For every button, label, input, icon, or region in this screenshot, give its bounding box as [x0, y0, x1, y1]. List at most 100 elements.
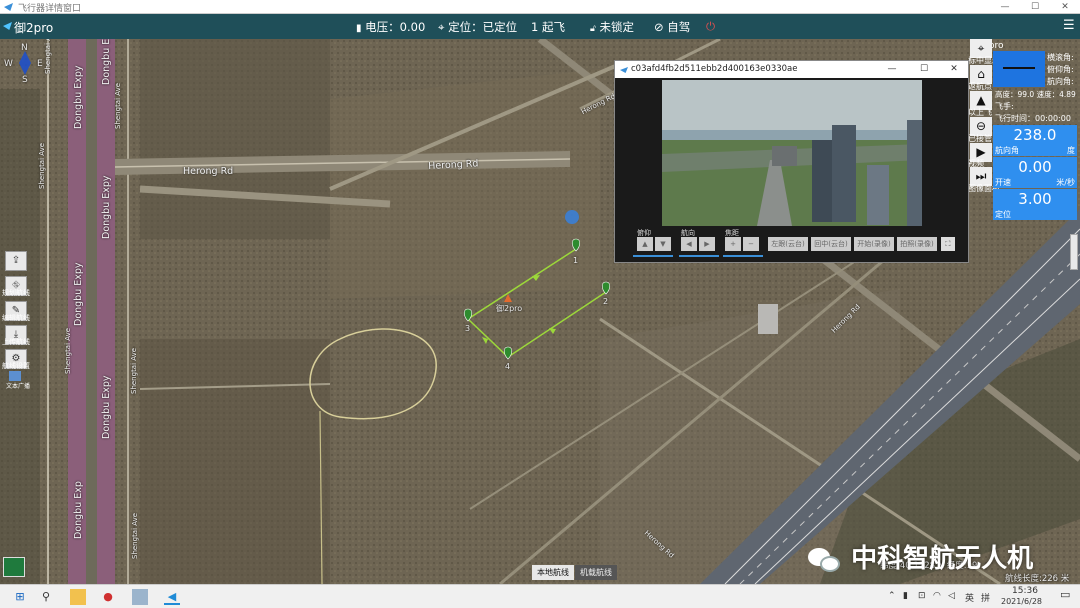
- positioning-text: 定位：已定位: [448, 20, 518, 34]
- attitude-indicator: [993, 51, 1045, 87]
- road-label-dongbu-e: Dongbu E: [101, 39, 112, 85]
- ime-language[interactable]: 英: [965, 591, 974, 604]
- road-label-shengtai: Shengtai Ave: [130, 347, 138, 394]
- file-icon[interactable]: [9, 371, 21, 381]
- yaw-label: 航向角:: [1047, 77, 1074, 86]
- road-label-shengtai: Shengtai Ave: [64, 327, 72, 374]
- heading-box: 238.0 航向角 度: [993, 125, 1077, 156]
- yaw-left-button[interactable]: ◀: [681, 237, 697, 251]
- road-label-shengtai: Shengtai Ave: [44, 39, 52, 74]
- tool-caption: 规划航线: [2, 289, 30, 297]
- flight-time: 飞行时间：00:00:00: [995, 114, 1071, 123]
- camera-feed: [662, 80, 922, 226]
- tray-volume-icon[interactable]: ◁: [948, 591, 955, 601]
- app-icon: [4, 3, 13, 11]
- aircraft-label: 御2pro: [496, 304, 523, 313]
- windows-start-icon[interactable]: ⊞: [12, 589, 28, 605]
- position-value: 3.00: [1018, 190, 1052, 208]
- tab-local-route[interactable]: 本地航线: [532, 565, 574, 580]
- pitch-up-button[interactable]: ▲: [637, 237, 653, 251]
- zoom-in-button[interactable]: +: [725, 237, 741, 251]
- tray-chevron-icon[interactable]: ⌃: [888, 591, 896, 601]
- compass-n: N: [21, 43, 28, 53]
- speed-value: 0.00: [1018, 158, 1052, 176]
- takeoff-text: 1 起飞: [531, 20, 565, 34]
- position-box: 3.00 定位: [993, 189, 1077, 220]
- compass-w: W: [4, 59, 13, 69]
- ime-mode[interactable]: 拼: [981, 591, 990, 604]
- takeoff-status: 1 起飞: [531, 19, 565, 35]
- voltage-text: 电压：0.00: [365, 20, 426, 34]
- search-icon[interactable]: ⚲: [38, 589, 54, 605]
- video-title-bar: c03afd4fb2d511ebb2d400163e0330ae — ☐ ✕: [615, 61, 968, 78]
- locate-pin-icon[interactable]: [3, 557, 25, 577]
- status-toolbar: 御2pro ▮ 电压：0.00 ⌖ 定位：已定位 1 起飞 🔓︎ 未锁定 ⊘ 自…: [0, 14, 1080, 39]
- autopilot-icon: ⊘: [654, 20, 664, 34]
- unlock-icon: 🔓︎: [590, 24, 596, 34]
- tool-caption: 上传航线: [2, 338, 30, 346]
- waypoint-label[interactable]: 3: [465, 324, 470, 333]
- drone-name[interactable]: 御2pro: [14, 19, 53, 36]
- road-label-shengtai: Shengtai Ave: [114, 82, 122, 129]
- map-scrollbar[interactable]: [1070, 234, 1078, 270]
- record-start-button[interactable]: 开始(录像): [854, 237, 894, 251]
- compass-e: E: [37, 59, 43, 69]
- compass-s: S: [22, 75, 28, 85]
- gimbal-left-button[interactable]: 左跟(云台): [768, 237, 808, 251]
- pilot-label: 飞手:: [995, 102, 1014, 111]
- app-window-icon[interactable]: [132, 589, 148, 605]
- upload-icon[interactable]: ⇪: [5, 251, 27, 271]
- lock-text: 未锁定: [599, 20, 635, 34]
- video-window[interactable]: c03afd4fb2d511ebb2d400163e0330ae — ☐ ✕ 俯…: [614, 60, 969, 263]
- menu-icon[interactable]: ☰: [1063, 18, 1075, 33]
- pitch-label: 俯仰角:: [1047, 65, 1074, 74]
- video-minimize-button[interactable]: —: [881, 61, 903, 78]
- yaw-right-button[interactable]: ▶: [699, 237, 715, 251]
- window-title: 飞行器详情窗口: [18, 4, 82, 14]
- road-label-dongbu-expy: Dongbu Expy: [101, 175, 112, 239]
- video-close-button[interactable]: ✕: [943, 61, 965, 78]
- tray-battery-icon: ▮: [903, 591, 908, 601]
- compass-rose-icon: [19, 51, 31, 75]
- gimbal-center-button[interactable]: 回中(云台): [811, 237, 851, 251]
- waypoint-label[interactable]: 4: [505, 362, 510, 371]
- pitch-down-button[interactable]: ▼: [655, 237, 671, 251]
- waypoint-label[interactable]: 2: [603, 297, 608, 306]
- location-pin-icon: ⌖: [438, 20, 445, 34]
- waypoint-label[interactable]: 1: [573, 256, 578, 265]
- roll-label: 横滚角:: [1047, 53, 1074, 62]
- photo-button[interactable]: 拍照(录像): [897, 237, 937, 251]
- windows-taskbar: ⊞ ⚲ ● ◀ ⌃ ▮ ⊡ ◠ ◁ 英 拼 15:36 2021/6/28 ▭: [0, 584, 1080, 608]
- tool-caption: 文本广播: [6, 383, 31, 390]
- zoom-out-button[interactable]: −: [743, 237, 759, 251]
- yaw-slider[interactable]: [679, 255, 719, 257]
- camera-image: [662, 80, 922, 226]
- road-label-dongbu-expy: Dongbu Expy: [73, 65, 84, 129]
- speed-unit: 米/秒: [1056, 178, 1075, 187]
- road-label-herong: Herong Rd: [183, 166, 234, 177]
- drone-icon: [1003, 67, 1035, 69]
- tray-wifi-icon[interactable]: ◠: [933, 591, 941, 601]
- app-red-icon[interactable]: ●: [100, 589, 116, 605]
- notification-icon[interactable]: ▭: [1060, 588, 1070, 601]
- road-label-shengtai: Shengtai Ave: [38, 142, 46, 189]
- video-maximize-button[interactable]: ☐: [913, 61, 935, 78]
- close-button[interactable]: ✕: [1052, 0, 1078, 14]
- fullscreen-icon[interactable]: ⛶: [941, 237, 955, 251]
- flight-app-icon[interactable]: ◀: [164, 589, 180, 605]
- maximize-button[interactable]: ☐: [1022, 0, 1048, 14]
- road-label-shengtai: Shengtai Ave: [131, 512, 139, 559]
- wechat-icon: [808, 546, 842, 574]
- minimize-button[interactable]: —: [992, 0, 1018, 14]
- road-label-dongbu-expy: Dongbu Expy: [73, 262, 84, 326]
- tray-network-icon[interactable]: ⊡: [918, 591, 926, 601]
- video-app-icon: [620, 67, 628, 73]
- heading-value: 238.0: [1013, 126, 1057, 144]
- tab-onboard-route[interactable]: 机载航线: [575, 565, 617, 580]
- pitch-slider[interactable]: [633, 255, 673, 257]
- flight-detail-window: 飞行器详情窗口 — ☐ ✕ 御2pro ▮ 电压：0.00 ⌖ 定位：已定位 1…: [0, 0, 1080, 608]
- power-icon[interactable]: ⏻: [706, 19, 715, 34]
- clock-date: 2021/6/28: [1001, 597, 1043, 606]
- file-explorer-icon[interactable]: [70, 589, 86, 605]
- zoom-slider[interactable]: [723, 255, 763, 257]
